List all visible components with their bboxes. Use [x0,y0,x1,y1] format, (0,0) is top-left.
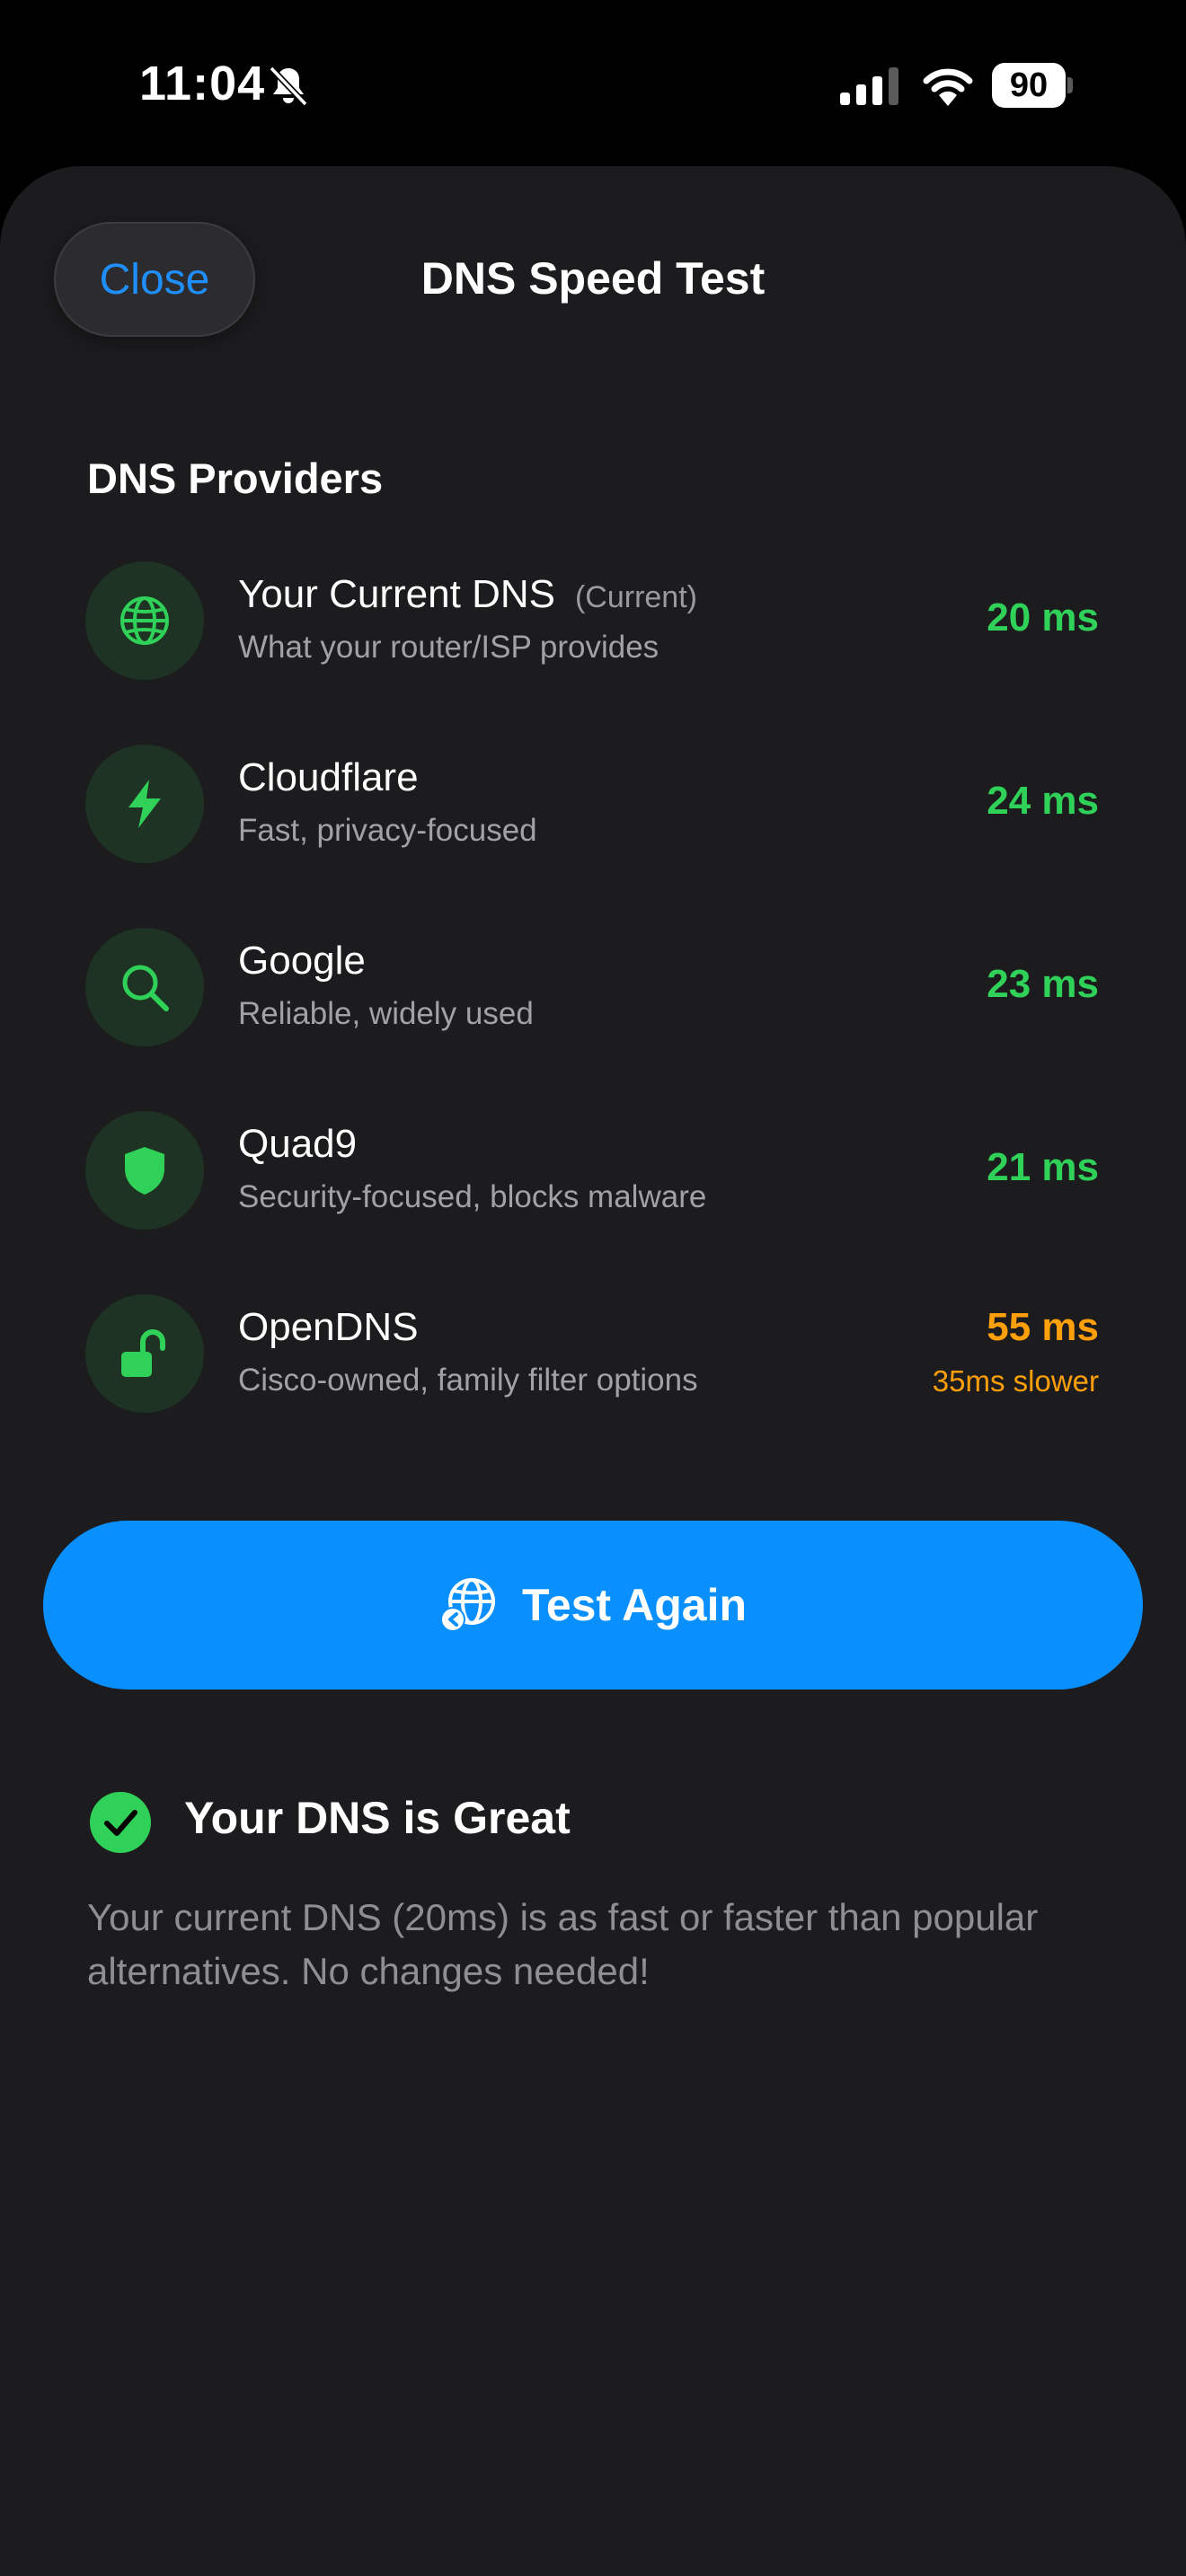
provider-name-text: Your Current DNS [238,572,555,616]
provider-latency: 55 ms [987,1305,1099,1349]
provider-description: What your router/ISP provides [238,630,659,665]
provider-row-quad9[interactable]: Quad9 Security-focused, blocks malware 2… [0,1111,1186,1237]
bolt-icon [128,780,161,828]
cellular-signal-icon [840,67,898,105]
provider-description: Reliable, widely used [238,996,534,1031]
provider-name: Your Current DNS (Current) [238,572,697,617]
page-title: DNS Speed Test [420,253,766,304]
battery-level: 90 [992,63,1066,108]
provider-name: Cloudflare [238,755,419,799]
status-bar: 11:04 90 [0,0,1186,171]
lock-open-icon [121,1329,165,1377]
globe-refresh-icon [439,1578,495,1632]
current-tag: (Current) [574,580,697,614]
test-again-label: Test Again [521,1580,748,1630]
dns-speed-test-sheet: Close DNS Speed Test DNS Providers Your … [0,166,1186,2576]
provider-latency: 20 ms [987,595,1099,640]
bell-slash-icon [269,66,308,107]
provider-latency: 24 ms [987,779,1099,823]
provider-latency: 21 ms [987,1145,1099,1189]
provider-latency-difference: 35ms slower [932,1364,1099,1398]
provider-row-opendns[interactable]: OpenDNS Cisco-owned, family filter optio… [0,1294,1186,1420]
provider-icon-badge [85,561,204,680]
section-header-dns-providers: DNS Providers [87,454,384,502]
shield-icon [125,1147,164,1195]
globe-icon [120,596,169,645]
wifi-icon [923,68,973,106]
provider-row-cloudflare[interactable]: Cloudflare Fast, privacy-focused 24 ms [0,745,1186,870]
provider-icon-badge [85,928,204,1046]
checkmark-circle-icon [90,1792,151,1853]
provider-row-google[interactable]: Google Reliable, widely used 23 ms [0,928,1186,1054]
provider-icon-badge [85,745,204,863]
magnifying-glass-icon [122,965,169,1011]
provider-row-current[interactable]: Your Current DNS (Current) What your rout… [0,561,1186,687]
provider-icon-badge [85,1294,204,1413]
provider-name: Google [238,939,366,983]
provider-name: OpenDNS [238,1305,419,1349]
provider-latency: 23 ms [987,962,1099,1006]
test-again-button[interactable]: Test Again [43,1521,1143,1689]
result-title: Your DNS is Great [184,1793,571,1843]
result-message: Your current DNS (20ms) is as fast or fa… [87,1896,1039,1992]
provider-description: Cisco-owned, family filter options [238,1363,698,1398]
battery-icon: 90 [992,63,1073,108]
battery-tip [1067,77,1073,93]
provider-icon-badge [85,1111,204,1230]
provider-name: Quad9 [238,1122,358,1166]
provider-description: Fast, privacy-focused [238,813,537,848]
provider-description: Security-focused, blocks malware [238,1179,707,1214]
status-time: 11:04 [139,57,266,110]
